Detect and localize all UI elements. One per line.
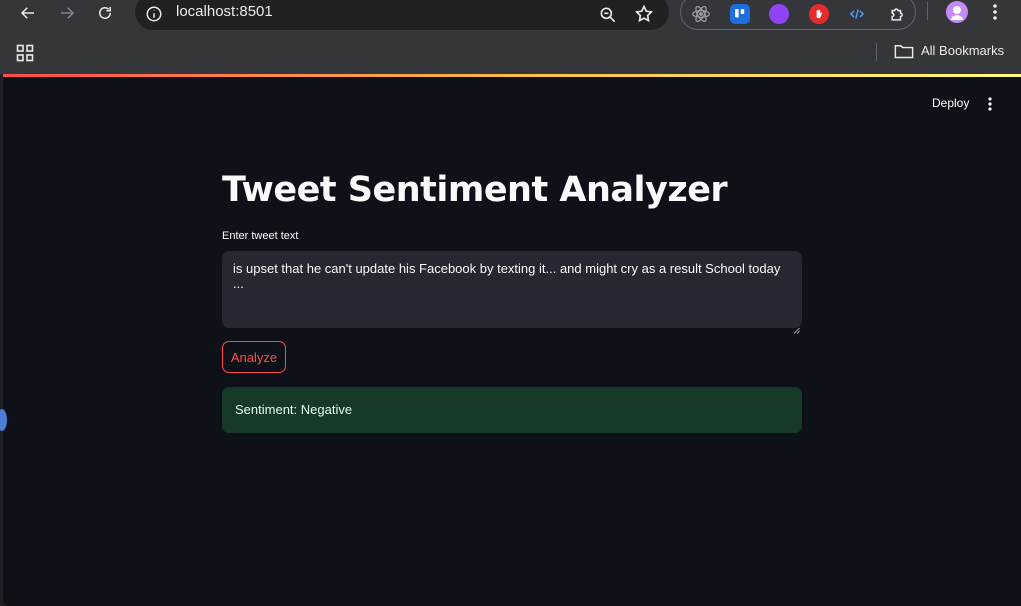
apps-grid-icon[interactable] [16,44,34,62]
address-bar[interactable]: localhost:8501 [135,0,669,30]
page-title: Tweet Sentiment Analyzer [222,170,728,210]
tweet-input-label: Enter tweet text [222,230,299,242]
sentiment-result-alert: Sentiment: Negative [222,387,802,433]
trello-icon[interactable] [730,4,750,24]
resize-grip-icon[interactable] [793,319,800,334]
tweet-textarea[interactable] [222,251,802,328]
sentiment-result-text: Sentiment: Negative [235,402,353,417]
app-main: Deploy Tweet Sentiment Analyzer Enter tw… [0,77,1021,606]
reload-icon[interactable] [89,0,121,26]
web-extension-purple-icon[interactable] [769,4,789,24]
edge-widget [0,409,7,431]
extensions-puzzle-icon[interactable] [888,4,908,24]
zoom-icon[interactable] [598,5,618,25]
deploy-button[interactable]: Deploy [932,96,969,110]
toolbar-separator [927,2,928,20]
code-tags-icon[interactable] [847,4,867,24]
react-devtools-icon[interactable] [691,4,711,24]
folder-icon[interactable] [894,43,914,61]
analyze-button[interactable]: Analyze [222,341,286,373]
star-icon[interactable] [634,4,654,24]
forward-arrow-icon[interactable] [51,0,83,26]
hand-stop-icon[interactable] [809,4,829,24]
browser-toolbar: localhost:8501 [0,0,1021,36]
url-text[interactable]: localhost:8501 [176,3,273,20]
app-menu-icon[interactable] [982,95,998,113]
all-bookmarks-link[interactable]: All Bookmarks [921,43,1004,58]
back-arrow-icon[interactable] [12,0,44,26]
profile-avatar[interactable] [946,1,968,23]
kebab-menu-icon[interactable] [985,2,1005,22]
bookmarks-bar: All Bookmarks [0,36,1021,74]
info-icon[interactable] [145,5,163,23]
extensions-group [680,0,916,30]
bookmarks-separator [876,43,877,61]
